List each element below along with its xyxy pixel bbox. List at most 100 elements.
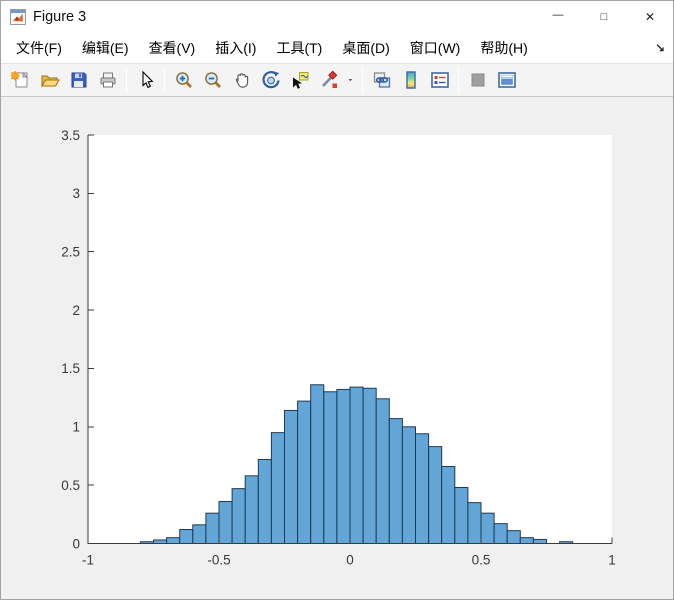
open-file-icon bbox=[40, 70, 60, 90]
caption-buttons: — □ ✕ bbox=[535, 1, 673, 33]
save-figure-button[interactable] bbox=[65, 67, 92, 94]
histogram-bar[interactable] bbox=[193, 525, 206, 544]
histogram-bar[interactable] bbox=[350, 387, 363, 543]
histogram-bar[interactable] bbox=[376, 399, 389, 544]
data-cursor-icon bbox=[290, 70, 310, 90]
menu-item-6[interactable]: 窗口(W) bbox=[403, 35, 468, 61]
data-cursor-button[interactable] bbox=[286, 67, 313, 94]
menu-item-0[interactable]: 文件(F) bbox=[9, 35, 69, 61]
menubar: 文件(F)编辑(E)查看(V)插入(I)工具(T)桌面(D) 窗口(W)帮助(H)… bbox=[1, 33, 673, 63]
toolbar-separator bbox=[126, 68, 127, 93]
zoom-out-icon bbox=[203, 70, 223, 90]
window-title: Figure 3 bbox=[33, 9, 86, 25]
insert-colorbar-icon bbox=[401, 70, 421, 90]
histogram-bar[interactable] bbox=[311, 385, 324, 544]
dropdown-caret-icon bbox=[345, 70, 356, 90]
histogram-bar[interactable] bbox=[324, 392, 337, 544]
x-tick-label: -1 bbox=[82, 553, 94, 568]
menu-item-2[interactable]: 查看(V) bbox=[142, 35, 203, 61]
y-tick-label: 0.5 bbox=[61, 478, 80, 493]
menu-item-3[interactable]: 插入(I) bbox=[208, 35, 263, 61]
open-file-button[interactable] bbox=[36, 67, 63, 94]
histogram-bar[interactable] bbox=[455, 487, 468, 543]
zoom-in-button[interactable] bbox=[170, 67, 197, 94]
toolbar-separator bbox=[458, 68, 459, 93]
menu-item-4[interactable]: 工具(T) bbox=[269, 35, 329, 61]
menu-item-1[interactable]: 编辑(E) bbox=[75, 35, 136, 61]
histogram-bar[interactable] bbox=[494, 524, 507, 544]
link-plot-button[interactable] bbox=[368, 67, 395, 94]
histogram-bar[interactable] bbox=[258, 459, 271, 543]
print-figure-button[interactable] bbox=[94, 67, 121, 94]
histogram-bar[interactable] bbox=[520, 538, 533, 544]
matlab-logo-icon bbox=[10, 9, 26, 25]
figure-window: Figure 3 — □ ✕ 文件(F)编辑(E)查看(V)插入(I)工具(T)桌面… bbox=[0, 0, 674, 600]
hide-plot-tools-button[interactable] bbox=[464, 67, 491, 94]
x-tick-label: -0.5 bbox=[207, 553, 230, 568]
zoom-in-icon bbox=[174, 70, 194, 90]
edit-plot-pointer-button[interactable] bbox=[132, 67, 159, 94]
new-figure-button[interactable] bbox=[7, 67, 34, 94]
insert-colorbar-button[interactable] bbox=[397, 67, 424, 94]
x-tick-label: 0.5 bbox=[472, 553, 491, 568]
histogram-bar[interactable] bbox=[298, 401, 311, 543]
link-plot-icon bbox=[372, 70, 392, 90]
print-figure-icon bbox=[98, 70, 118, 90]
hide-plot-tools-icon bbox=[468, 70, 488, 90]
close-icon: ✕ bbox=[645, 10, 655, 24]
histogram-bar[interactable] bbox=[481, 513, 494, 543]
show-plot-tools-icon bbox=[497, 70, 517, 90]
dock-figure-arrow-icon[interactable]: ↘ bbox=[655, 41, 665, 55]
y-tick-label: 3.5 bbox=[61, 128, 80, 143]
histogram-bar[interactable] bbox=[507, 531, 520, 544]
histogram-bar[interactable] bbox=[245, 476, 258, 544]
maximize-icon: □ bbox=[601, 11, 608, 23]
toolbar-separator bbox=[362, 68, 363, 93]
histogram-bar[interactable] bbox=[416, 434, 429, 544]
x-tick-label: 0 bbox=[346, 553, 354, 568]
menu-item-5[interactable]: 桌面(D) bbox=[335, 35, 396, 61]
y-tick-label: 3 bbox=[72, 186, 80, 201]
brush-data-button[interactable] bbox=[315, 67, 342, 94]
figure-canvas: -1-0.500.5100.511.522.533.5 bbox=[1, 97, 673, 599]
y-tick-label: 1 bbox=[72, 420, 80, 435]
histogram-bar[interactable] bbox=[180, 529, 193, 543]
histogram-bar[interactable] bbox=[232, 489, 245, 544]
show-plot-tools-button[interactable] bbox=[493, 67, 520, 94]
dropdown-caret-button[interactable] bbox=[344, 67, 357, 94]
histogram-bar[interactable] bbox=[402, 427, 415, 544]
close-button[interactable]: ✕ bbox=[627, 1, 673, 33]
histogram-bar[interactable] bbox=[206, 513, 219, 543]
histogram-bar[interactable] bbox=[468, 503, 481, 544]
pan-hand-button[interactable] bbox=[228, 67, 255, 94]
minimize-button[interactable]: — bbox=[535, 1, 581, 33]
histogram-bar[interactable] bbox=[442, 466, 455, 543]
histogram-bar[interactable] bbox=[271, 433, 284, 544]
histogram-bar[interactable] bbox=[337, 389, 350, 543]
new-figure-icon bbox=[11, 70, 31, 90]
y-tick-label: 2 bbox=[72, 303, 80, 318]
y-tick-label: 2.5 bbox=[61, 245, 80, 260]
toolbar-separator bbox=[164, 68, 165, 93]
maximize-button[interactable]: □ bbox=[581, 1, 627, 33]
histogram-bar[interactable] bbox=[533, 539, 546, 543]
histogram-bar[interactable] bbox=[154, 540, 167, 544]
minimize-icon: — bbox=[553, 9, 564, 21]
titlebar: Figure 3 — □ ✕ bbox=[1, 1, 673, 33]
y-tick-label: 0 bbox=[72, 536, 80, 551]
zoom-out-button[interactable] bbox=[199, 67, 226, 94]
rotate-3d-button[interactable] bbox=[257, 67, 284, 94]
histogram-bar[interactable] bbox=[219, 501, 232, 543]
histogram-bar[interactable] bbox=[285, 410, 298, 543]
edit-plot-pointer-icon bbox=[136, 70, 156, 90]
histogram-bar[interactable] bbox=[389, 419, 402, 544]
pan-hand-icon bbox=[232, 70, 252, 90]
insert-legend-button[interactable] bbox=[426, 67, 453, 94]
insert-legend-icon bbox=[430, 70, 450, 90]
menu-item-7[interactable]: 帮助(H) bbox=[473, 35, 534, 61]
histogram-plot-area[interactable]: -1-0.500.5100.511.522.533.5 bbox=[1, 97, 674, 599]
histogram-bar[interactable] bbox=[363, 388, 376, 543]
histogram-bar[interactable] bbox=[429, 447, 442, 544]
histogram-bar[interactable] bbox=[167, 538, 180, 544]
save-figure-icon bbox=[69, 70, 89, 90]
